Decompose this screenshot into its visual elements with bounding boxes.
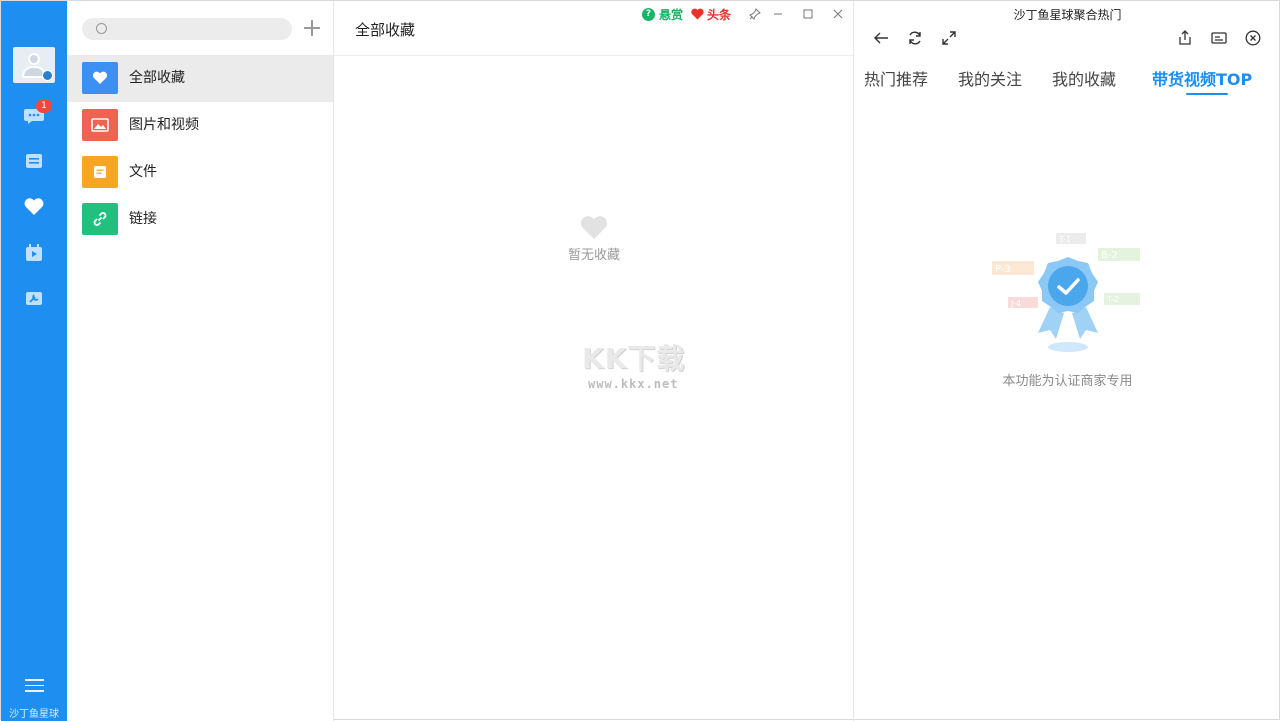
- minimize-icon[interactable]: [769, 5, 787, 23]
- heart-icon: [691, 8, 704, 20]
- category-images-videos[interactable]: 图片和视频: [67, 102, 333, 149]
- pane-header: 全部收藏 ? 悬赏 头条: [334, 1, 854, 56]
- window-icon[interactable]: [1210, 29, 1228, 47]
- tag-j4: J-4: [1010, 299, 1021, 308]
- heart-icon: [82, 62, 118, 94]
- category-panel: 全部收藏 图片和视频 文件 链接: [67, 1, 334, 721]
- status-icon: [42, 70, 53, 81]
- video-icon[interactable]: [22, 241, 46, 265]
- tag-t1: T-1: [1058, 235, 1071, 244]
- share-icon[interactable]: [1176, 29, 1194, 47]
- contacts-icon[interactable]: [22, 149, 46, 173]
- pin-icon[interactable]: [746, 5, 764, 23]
- maximize-icon[interactable]: [799, 5, 817, 23]
- watermark-logo: KK下载: [582, 342, 686, 375]
- menu-icon[interactable]: [25, 679, 44, 693]
- refresh-icon[interactable]: [906, 29, 924, 47]
- search-icon: [96, 23, 107, 34]
- panel-title: 沙丁鱼星球聚合热门: [1013, 8, 1122, 22]
- top-links: ? 悬赏 头条: [642, 6, 731, 22]
- file-icon: [82, 156, 118, 188]
- tag-t2: T-2: [1106, 295, 1119, 304]
- unread-badge: 1: [36, 99, 52, 113]
- close-circle-icon[interactable]: [1244, 29, 1262, 47]
- category-files[interactable]: 文件: [67, 149, 333, 196]
- image-icon: [82, 109, 118, 141]
- link-icon: [82, 203, 118, 235]
- favorites-icon[interactable]: [22, 195, 46, 219]
- category-label: 文件: [129, 164, 157, 180]
- favorites-pane: 全部收藏 ? 悬赏 头条 暂无收藏 KK下载 www.kkx.net: [334, 1, 854, 721]
- certified-only-message: 本功能为认证商家专用: [1002, 374, 1133, 389]
- category-label: 链接: [129, 211, 157, 227]
- active-tab-indicator: [1186, 93, 1228, 95]
- hot-topics-pane: 沙丁鱼星球聚合热门 热门推荐 我的关注 我的收藏 带货视频TOP T-1 B-2…: [854, 1, 1280, 721]
- certified-badge-illustration: T-1 B-2 P-3 J-4 T-2: [992, 233, 1140, 352]
- app-name: 沙丁鱼星球: [9, 709, 59, 720]
- back-arrow-icon[interactable]: [872, 29, 890, 47]
- app-window: 1 沙丁鱼星球 全部收藏 图片和视频 文件 链接 全部收藏 ? 悬赏 头条 暂无…: [0, 0, 1280, 721]
- category-links[interactable]: 链接: [67, 196, 333, 243]
- category-label: 图片和视频: [129, 117, 199, 133]
- empty-heart-icon: [564, 215, 624, 245]
- tab-my-favorites[interactable]: 我的收藏: [1052, 66, 1116, 90]
- tab-top-videos[interactable]: 带货视频TOP: [1152, 66, 1252, 90]
- search-input[interactable]: [112, 20, 282, 38]
- headlines-link[interactable]: 头条: [707, 6, 731, 23]
- close-icon[interactable]: [829, 5, 847, 23]
- question-icon: ?: [642, 7, 655, 21]
- tools-icon[interactable]: [22, 286, 46, 310]
- category-label: 全部收藏: [129, 70, 185, 86]
- tab-my-follows[interactable]: 我的关注: [958, 66, 1022, 90]
- empty-state-text: 暂无收藏: [567, 248, 620, 263]
- watermark: KK下载 www.kkx.net: [582, 337, 712, 393]
- left-rail: 1 沙丁鱼星球: [1, 1, 67, 721]
- tab-hot-recommend[interactable]: 热门推荐: [864, 66, 928, 90]
- tag-b2: B-2: [1101, 250, 1118, 261]
- search-box[interactable]: [82, 18, 292, 40]
- reward-link[interactable]: 悬赏: [659, 6, 683, 23]
- tag-p3: P-3: [995, 264, 1011, 275]
- expand-icon[interactable]: [940, 29, 958, 47]
- add-icon[interactable]: [303, 19, 321, 37]
- page-title: 全部收藏: [355, 21, 416, 39]
- category-all-favorites[interactable]: 全部收藏: [67, 55, 333, 102]
- avatar[interactable]: [13, 47, 55, 83]
- watermark-url: www.kkx.net: [588, 377, 679, 391]
